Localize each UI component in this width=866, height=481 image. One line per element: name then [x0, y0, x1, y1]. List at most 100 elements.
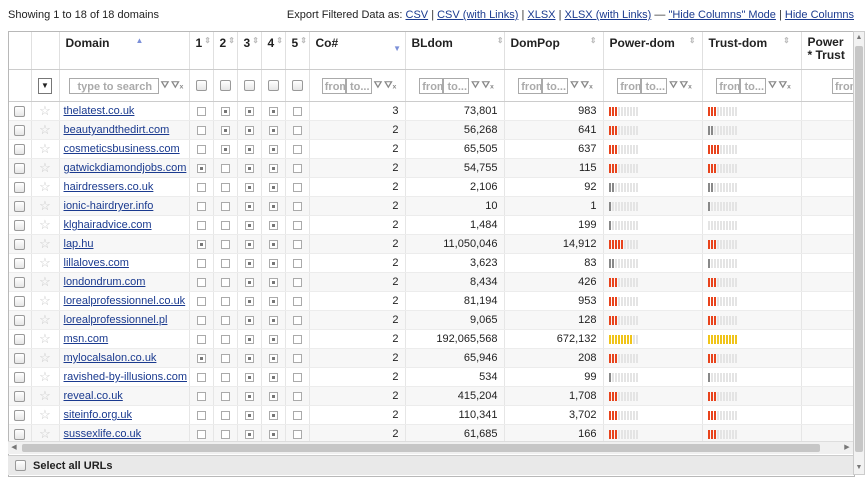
sort-asc-icon[interactable]: ▲ [136, 36, 144, 45]
clear-filter-icon[interactable]: ⛛ₓ [171, 80, 183, 91]
filter-icon[interactable]: ⛛ [374, 80, 382, 91]
row-checkbox[interactable] [14, 428, 26, 440]
filter-icon[interactable]: ⛛ [570, 80, 578, 91]
header-domain[interactable]: Domain ▲ [59, 32, 190, 70]
horizontal-scroll-thumb[interactable] [22, 444, 820, 452]
co-to-input[interactable]: to... [345, 77, 372, 94]
scroll-down-icon[interactable]: ▼ [854, 462, 864, 474]
filter-icon[interactable]: ⛛ [161, 80, 169, 91]
sort-icon[interactable]: ⇕ [204, 36, 211, 45]
star-icon[interactable]: ☆ [39, 388, 51, 403]
export-xlsx-link[interactable]: XLSX [527, 9, 555, 21]
col-5-filter-checkbox[interactable] [291, 80, 303, 92]
row-checkbox[interactable] [14, 200, 26, 212]
domain-link[interactable]: gatwickdiamondjobs.com [60, 162, 187, 174]
domain-link[interactable]: londondrum.com [60, 276, 146, 288]
sort-icon[interactable]: ⇕ [228, 36, 235, 45]
domain-search-input[interactable]: type to search [68, 77, 159, 94]
sort-desc-icon[interactable]: ▼ [393, 44, 401, 53]
star-icon[interactable]: ☆ [39, 293, 51, 308]
row-checkbox[interactable] [14, 257, 26, 269]
dompop-to-input[interactable]: to... [542, 77, 569, 94]
header-trust-dom[interactable]: Trust-dom ⇕ [702, 32, 802, 70]
domain-link[interactable]: ravished-by-illusions.com [60, 371, 188, 383]
star-filter-dropdown[interactable]: ▼ [38, 77, 52, 94]
sort-icon[interactable]: ⇕ [300, 36, 307, 45]
sort-icon[interactable]: ⇕ [590, 36, 597, 45]
domain-link[interactable]: lap.hu [60, 238, 94, 250]
star-icon[interactable]: ☆ [39, 350, 51, 365]
clear-filter-icon[interactable]: ⛛ₓ [482, 80, 494, 91]
pt-from-input[interactable]: from [832, 77, 854, 94]
star-icon[interactable]: ☆ [39, 217, 51, 232]
filter-icon[interactable]: ⛛ [669, 80, 677, 91]
co-from-input[interactable]: from [321, 77, 349, 94]
dompop-from-input[interactable]: from [518, 77, 546, 94]
header-col-2[interactable]: 2 ⇕ [213, 32, 238, 70]
filter-icon[interactable]: ⛛ [471, 80, 479, 91]
header-co[interactable]: Co# ▼ [309, 32, 406, 70]
star-icon[interactable]: ☆ [39, 426, 51, 441]
hide-columns-mode-link[interactable]: "Hide Columns" Mode [668, 9, 775, 21]
domain-link[interactable]: lorealprofessionnel.pl [60, 314, 168, 326]
clear-filter-icon[interactable]: ⛛ₓ [680, 80, 692, 91]
row-checkbox[interactable] [14, 143, 26, 155]
star-icon[interactable]: ☆ [39, 179, 51, 194]
select-all-checkbox[interactable] [15, 460, 26, 471]
row-checkbox[interactable] [14, 295, 26, 307]
vertical-scroll-thumb[interactable] [855, 46, 863, 452]
domain-link[interactable]: mylocalsalon.co.uk [60, 352, 157, 364]
domain-link[interactable]: thelatest.co.uk [60, 105, 135, 117]
clear-filter-icon[interactable]: ⛛ₓ [779, 80, 791, 91]
sort-icon[interactable]: ⇕ [783, 36, 790, 45]
domain-link[interactable]: sussexlife.co.uk [60, 428, 142, 440]
export-csv-link[interactable]: CSV [406, 9, 429, 21]
col-4-filter-checkbox[interactable] [267, 80, 279, 92]
export-xlsx-links-link[interactable]: XLSX (with Links) [565, 9, 652, 21]
domain-link[interactable]: cosmeticsbusiness.com [60, 143, 180, 155]
star-icon[interactable]: ☆ [39, 198, 51, 213]
col-2-filter-checkbox[interactable] [219, 80, 231, 92]
trust-from-input[interactable]: from [716, 77, 744, 94]
domain-link[interactable]: beautyandthedirt.com [60, 124, 170, 136]
domain-link[interactable]: ionic-hairdryer.info [60, 200, 154, 212]
header-power-trust[interactable]: Power * Trust [801, 32, 854, 70]
header-col-5[interactable]: 5 ⇕ [285, 32, 310, 70]
hide-columns-link[interactable]: Hide Columns [785, 9, 854, 21]
row-checkbox[interactable] [14, 181, 26, 193]
bldom-from-input[interactable]: from [419, 77, 447, 94]
power-from-input[interactable]: from [617, 77, 645, 94]
horizontal-scrollbar[interactable]: ◀ ▶ [8, 441, 853, 454]
scroll-left-icon[interactable]: ◀ [8, 442, 20, 454]
row-checkbox[interactable] [14, 352, 26, 364]
row-checkbox[interactable] [14, 162, 26, 174]
header-dompop[interactable]: DomPop ⇕ [504, 32, 604, 70]
header-col-1[interactable]: 1 ⇕ [189, 32, 214, 70]
domain-link[interactable]: lorealprofessionnel.co.uk [60, 295, 186, 307]
domain-link[interactable]: reveal.co.uk [60, 390, 123, 402]
header-col-4[interactable]: 4 ⇕ [261, 32, 286, 70]
star-icon[interactable]: ☆ [39, 160, 51, 175]
star-icon[interactable]: ☆ [39, 122, 51, 137]
filter-icon[interactable]: ⛛ [768, 80, 776, 91]
bldom-to-input[interactable]: to... [443, 77, 470, 94]
row-checkbox[interactable] [14, 333, 26, 345]
row-checkbox[interactable] [14, 390, 26, 402]
header-col-3[interactable]: 3 ⇕ [237, 32, 262, 70]
star-icon[interactable]: ☆ [39, 141, 51, 156]
star-icon[interactable]: ☆ [39, 407, 51, 422]
row-checkbox[interactable] [14, 409, 26, 421]
domain-link[interactable]: msn.com [60, 333, 109, 345]
row-checkbox[interactable] [14, 371, 26, 383]
sort-icon[interactable]: ⇕ [689, 36, 696, 45]
trust-to-input[interactable]: to... [740, 77, 767, 94]
row-checkbox[interactable] [14, 219, 26, 231]
domain-link[interactable]: siteinfo.org.uk [60, 409, 132, 421]
star-icon[interactable]: ☆ [39, 312, 51, 327]
row-checkbox[interactable] [14, 124, 26, 136]
clear-filter-icon[interactable]: ⛛ₓ [581, 80, 593, 91]
domain-link[interactable]: lillaloves.com [60, 257, 129, 269]
row-checkbox[interactable] [14, 238, 26, 250]
sort-icon[interactable]: ⇕ [252, 36, 259, 45]
star-icon[interactable]: ☆ [39, 255, 51, 270]
